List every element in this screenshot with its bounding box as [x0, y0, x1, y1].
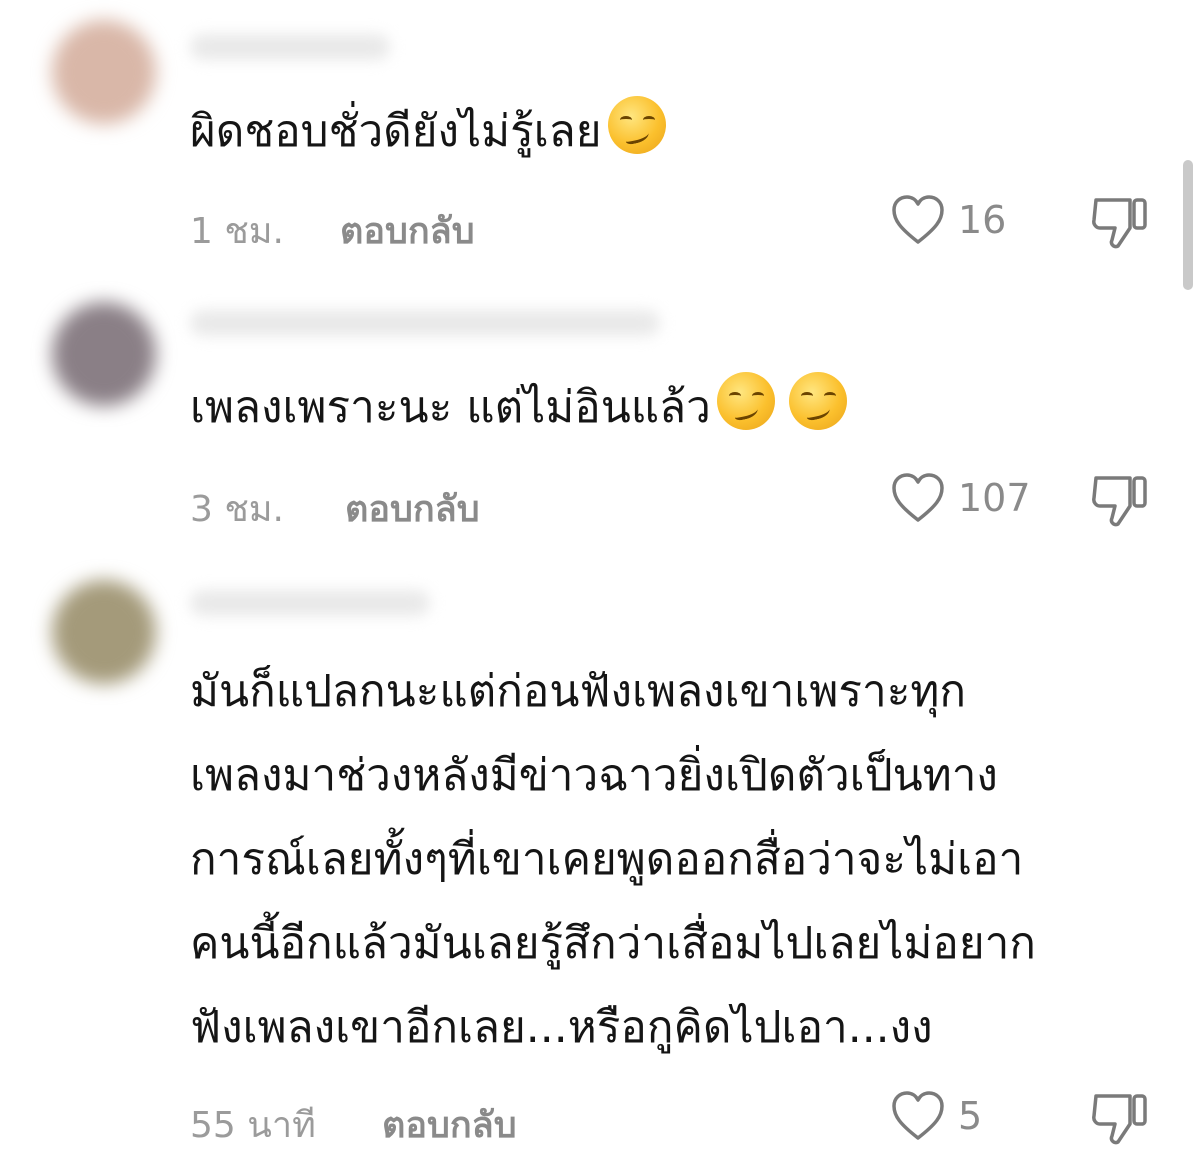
dislike-button[interactable]	[1090, 1090, 1150, 1152]
avatar[interactable]	[52, 20, 156, 124]
comment-text-line: คนนี้อีกแล้วมันเลยรู้สึกว่าเสื่อมไปเลยไม…	[190, 918, 1036, 969]
thumbs-down-outline-icon	[1092, 198, 1147, 249]
username-blurred[interactable]	[190, 590, 430, 616]
thumbs-down-outline-icon	[1092, 1094, 1147, 1145]
heart-outline-icon	[892, 473, 944, 522]
comment-timestamp: 55 นาที	[190, 1105, 316, 1146]
comment-text-line: ฟังเพลงเขาอีกเลย...หรือกูคิดไปเอา...งง	[190, 1002, 933, 1053]
like-count: 16	[958, 198, 1007, 242]
comment-timestamp: 1 ชม.	[190, 211, 284, 252]
smirking-face-emoji	[716, 372, 775, 430]
comment-text-line: มันก็แปลกนะแต่ก่อนฟังเพลงเขาเพราะทุก	[190, 666, 967, 717]
comment-item: เพลงเพราะนะ แต่ไม่อินแล้ว 3 ชม. ตอบกลับ …	[0, 280, 1200, 560]
heart-outline-icon	[892, 1091, 944, 1140]
reply-button[interactable]: ตอบกลับ	[345, 480, 480, 537]
smirking-face-emoji	[788, 372, 847, 430]
like-button[interactable]: 16	[890, 194, 1006, 246]
comment-timestamp: 3 ชม.	[190, 489, 284, 530]
dislike-button[interactable]	[1090, 472, 1150, 534]
like-button[interactable]: 107	[890, 472, 1031, 524]
like-count: 5	[958, 1094, 983, 1138]
thumbs-down-outline-icon	[1092, 476, 1147, 527]
comment-text-line: เพลงมาช่วงหลังมีข่าวฉาวยิ่งเปิดตัวเป็นทา…	[190, 750, 998, 801]
username-blurred[interactable]	[190, 310, 660, 336]
avatar[interactable]	[52, 580, 156, 684]
dislike-button[interactable]	[1090, 194, 1150, 256]
avatar[interactable]	[52, 302, 156, 406]
like-button[interactable]: 5	[890, 1090, 982, 1142]
like-count: 107	[958, 476, 1031, 520]
comment-text-line: การณ์เลยทั้งๆที่เขาเคยพูดออกสื่อว่าจะไม่…	[190, 834, 1024, 885]
smirking-face-emoji	[607, 96, 666, 154]
username-blurred[interactable]	[190, 34, 390, 60]
reply-button[interactable]: ตอบกลับ	[382, 1096, 517, 1153]
comment-text: เพลงเพราะนะ แต่ไม่อินแล้ว	[190, 364, 847, 452]
scrollbar[interactable]	[1183, 160, 1193, 290]
heart-outline-icon	[892, 195, 944, 244]
comment-item: มันก็แปลกนะแต่ก่อนฟังเพลงเขาเพราะทุก เพล…	[0, 560, 1200, 1168]
comment-item: ผิดชอบชั่วดียังไม่รู้เลย 1 ชม. ตอบกลับ 1…	[0, 0, 1200, 280]
reply-button[interactable]: ตอบกลับ	[340, 202, 475, 259]
comment-text: ผิดชอบชั่วดียังไม่รู้เลย	[190, 88, 666, 176]
